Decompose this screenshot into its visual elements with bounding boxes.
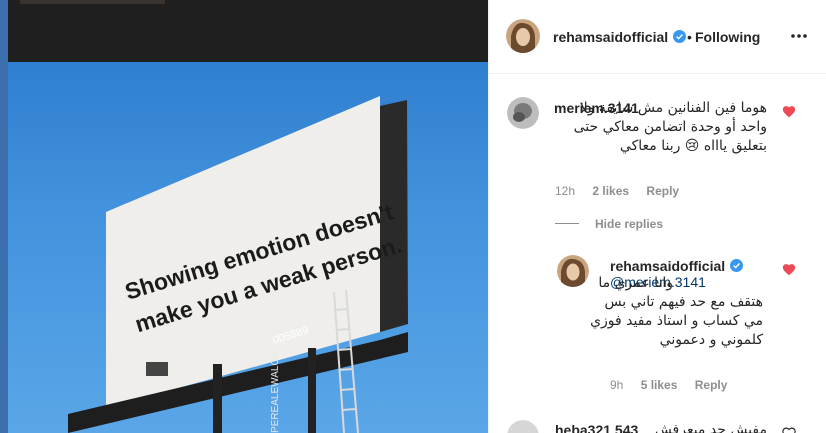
comment-likes[interactable]: 2 likes [592,184,629,198]
reply-likes[interactable]: 5 likes [641,378,678,392]
comment-time[interactable]: 12h [555,184,575,198]
reply-time[interactable]: 9h [610,378,623,392]
heart-outline-icon[interactable] [782,427,796,433]
replies-divider [555,223,579,224]
separator-dot: • [687,29,692,45]
verified-badge-icon [673,30,687,43]
reply-button[interactable]: Reply [695,378,728,392]
avatar[interactable] [507,420,539,433]
verified-badge-icon [730,259,744,272]
more-horizontal-icon[interactable] [790,25,808,47]
reply-username[interactable]: rehamsaidofficial [610,258,744,274]
comment-text: مفيش حد ميعرفش [654,422,767,433]
reply-meta: 9h 5 likes Reply [610,378,741,392]
billboard-post [213,364,222,433]
heart-icon[interactable] [782,105,796,118]
avatar[interactable] [507,97,539,129]
heart-icon[interactable] [782,263,796,276]
comment-meta: 12h 2 likes Reply [555,184,693,198]
reply-text: وانا عمري ما هتقف مع حد فيهم تاني بس مي … [590,275,763,348]
post-image[interactable]: Showing emotion doesn't make you a weak … [8,62,488,433]
comment-text: هوما فين الفنانين مش شايفة ولا واحد أو و… [573,100,767,154]
following-button[interactable]: Following [695,29,760,45]
avatar[interactable] [506,19,540,53]
post-header: rehamsaidofficial • Following [489,0,826,74]
previous-post-edge [20,0,165,4]
reply-button[interactable]: Reply [646,184,679,198]
header-username[interactable]: rehamsaidofficial [553,29,687,45]
billboard-illustration: Showing emotion doesn't make you a weak … [68,96,408,433]
hide-replies-button[interactable]: Hide replies [595,217,663,231]
billboard-light [146,362,168,376]
avatar[interactable] [557,255,589,287]
background-edge [0,0,8,433]
billboard-post [308,348,316,433]
billboard-side-text: PEREALEWALOA [270,351,281,433]
comments-panel: rehamsaidofficial • Following meriem.314… [488,0,826,433]
